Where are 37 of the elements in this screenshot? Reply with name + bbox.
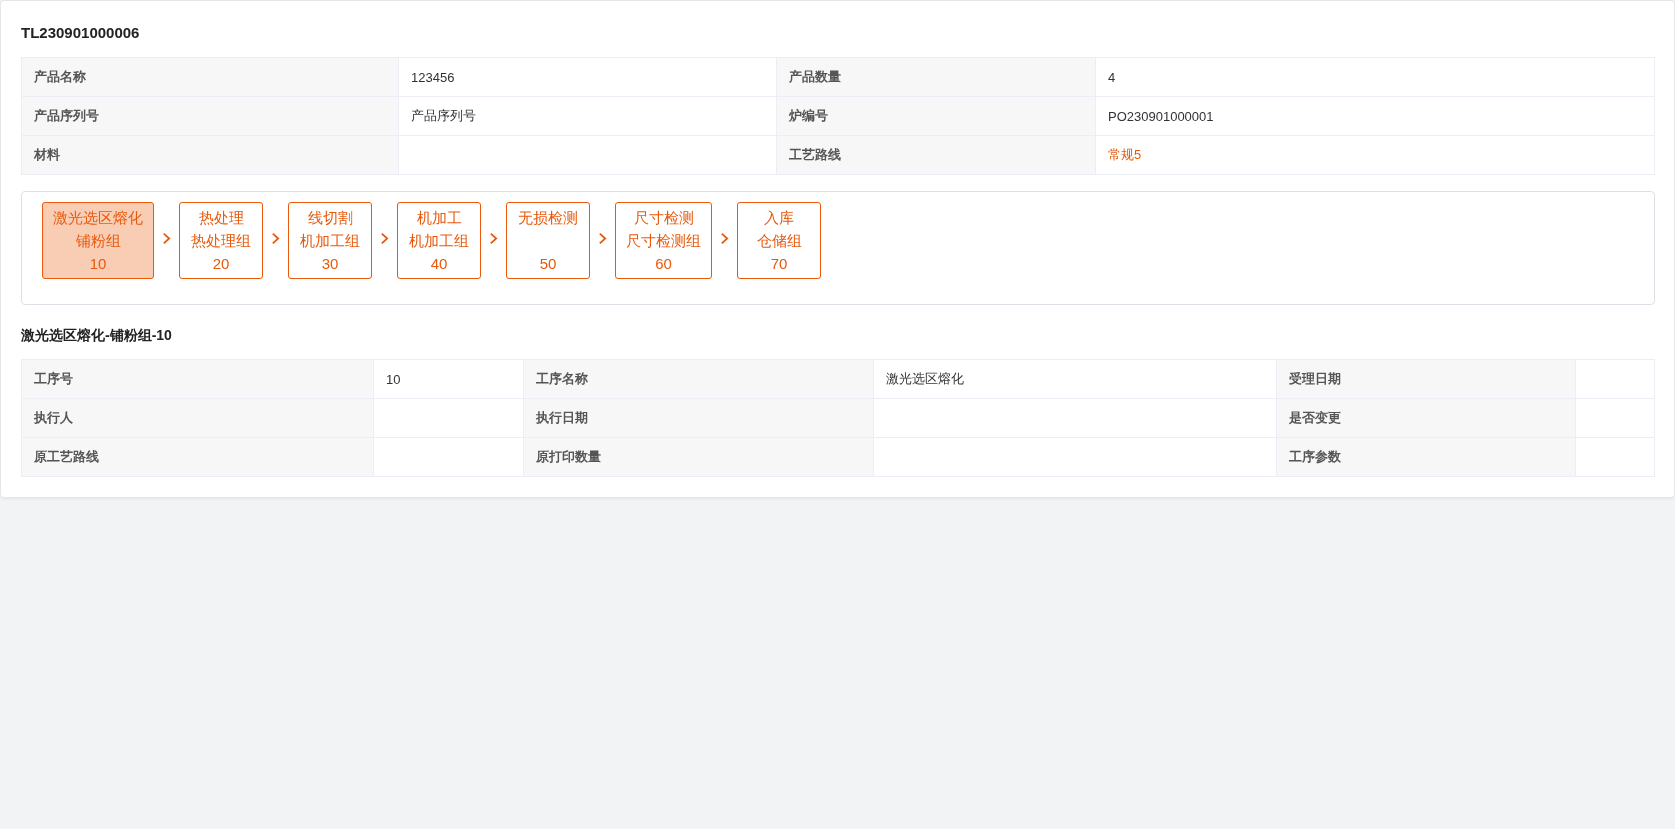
chevron-right-icon xyxy=(720,232,729,245)
field-value: 激光选区熔化 xyxy=(874,360,1277,399)
step-title: 激光选区熔化-铺粉组-10 xyxy=(21,327,173,345)
chevron-right-icon xyxy=(162,232,171,245)
process-step[interactable]: 入库 仓储组 70 xyxy=(737,202,821,279)
chevron-right-icon xyxy=(380,232,389,245)
field-label: 工序名称 xyxy=(524,360,874,399)
field-label: 工序参数 xyxy=(1277,438,1576,477)
field-label: 工序号 xyxy=(22,360,374,399)
field-label: 原工艺路线 xyxy=(22,438,374,477)
field-label: 产品名称 xyxy=(22,58,399,97)
field-value: 10 xyxy=(374,360,524,399)
process-step[interactable]: 热处理 热处理组 20 xyxy=(179,202,263,279)
order-title: TL230901000006 xyxy=(21,24,141,41)
field-label: 是否变更 xyxy=(1277,399,1576,438)
field-label: 执行人 xyxy=(22,399,374,438)
chevron-right-icon xyxy=(489,232,498,245)
field-value: 常规5 xyxy=(1096,136,1655,175)
chevron-right-icon xyxy=(598,232,607,245)
chevron-right-icon xyxy=(271,232,280,245)
field-value: PO230901000001 xyxy=(1096,97,1655,136)
process-step[interactable]: 激光选区熔化 铺粉组 10 xyxy=(42,202,154,279)
process-step[interactable]: 尺寸检测 尺寸检测组 60 xyxy=(615,202,712,279)
field-value: 产品序列号 xyxy=(399,97,777,136)
field-label: 受理日期 xyxy=(1277,360,1576,399)
field-label: 产品数量 xyxy=(777,58,1096,97)
field-label: 材料 xyxy=(22,136,399,175)
field-label: 工艺路线 xyxy=(777,136,1096,175)
field-label: 炉编号 xyxy=(777,97,1096,136)
field-label: 原打印数量 xyxy=(524,438,874,477)
field-label: 执行日期 xyxy=(524,399,874,438)
field-value: 4 xyxy=(1096,58,1655,97)
process-step[interactable]: 机加工 机加工组 40 xyxy=(397,202,481,279)
field-value: 123456 xyxy=(399,58,777,97)
process-step[interactable]: 无损检测 50 xyxy=(506,202,590,279)
field-label: 产品序列号 xyxy=(22,97,399,136)
process-step[interactable]: 线切割 机加工组 30 xyxy=(288,202,372,279)
